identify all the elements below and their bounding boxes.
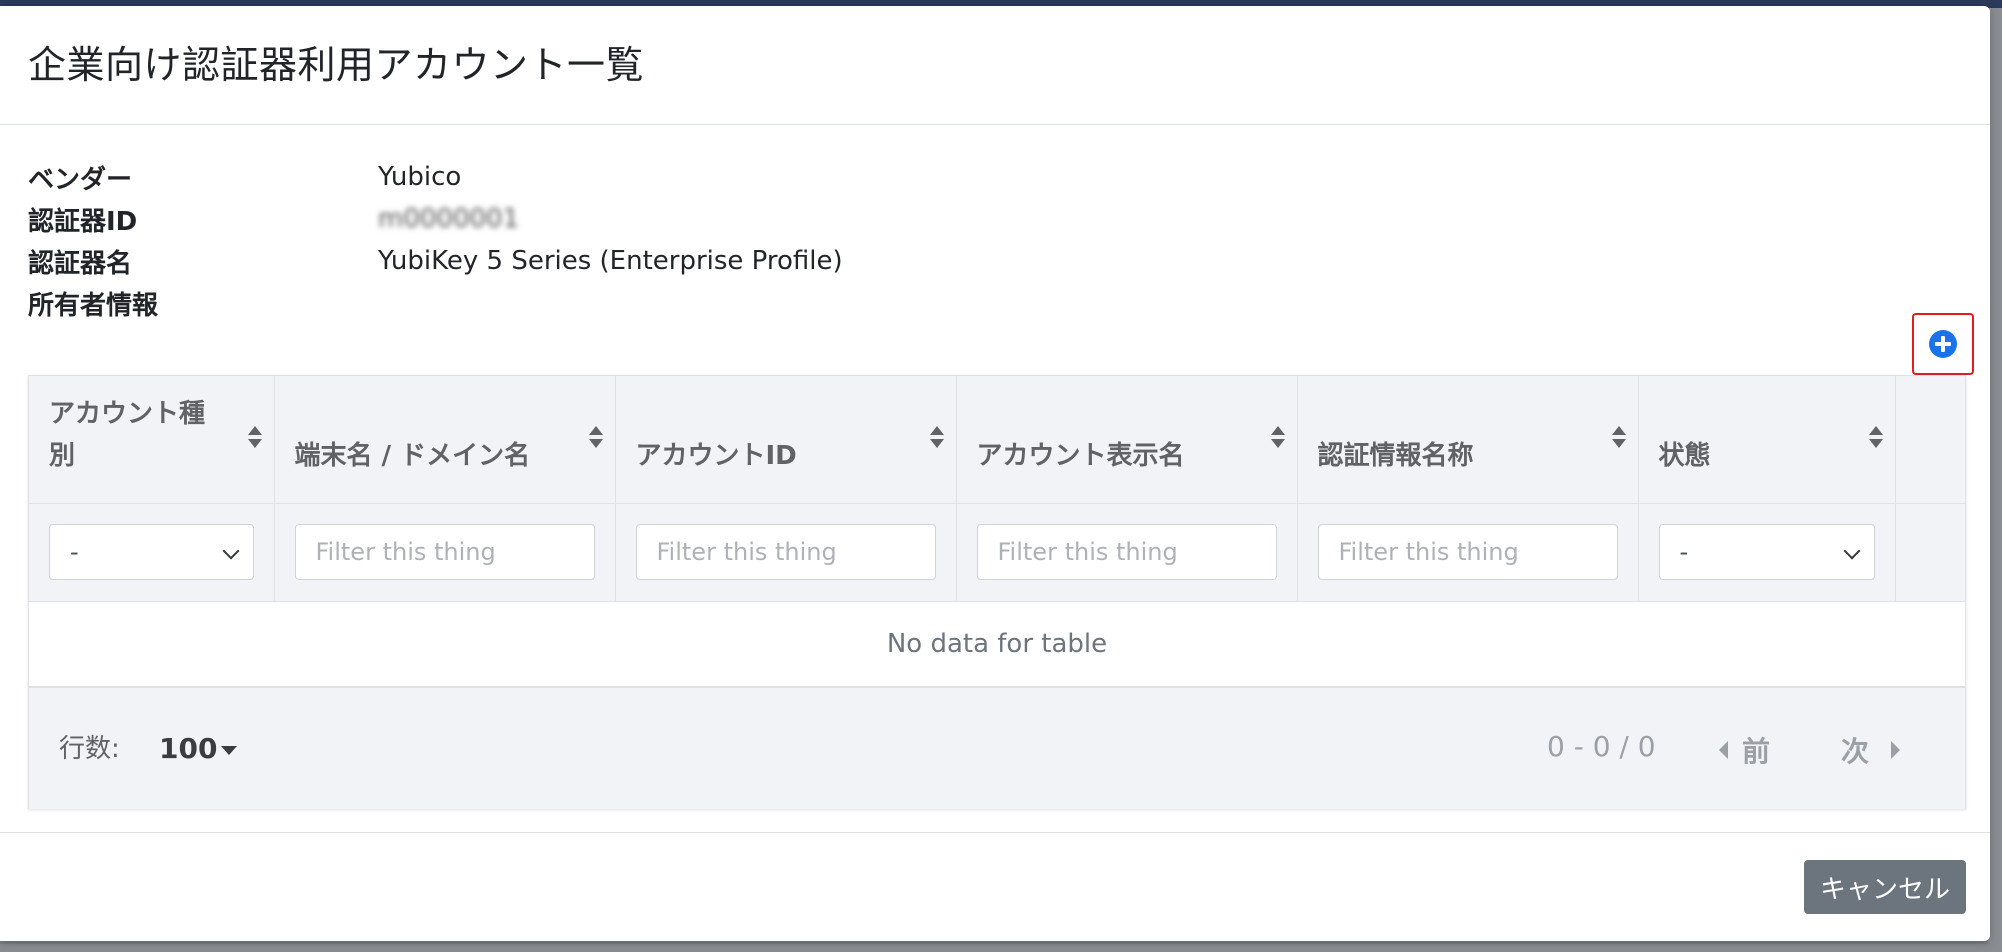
filter-cell-account-id (615, 503, 957, 602)
authenticator-name-value: YubiKey 5 Series (Enterprise Profile) (378, 246, 843, 276)
table-header-row: アカウント種別 端末名 / ドメイン名 アカウントID アカウント表示名 認証情… (29, 376, 1966, 504)
next-page-label: 次 (1841, 735, 1870, 768)
modal-footer: キャンセル (0, 832, 1990, 941)
status-filter-select[interactable]: - (1658, 524, 1875, 580)
modal-dialog: 企業向け認証器利用アカウント一覧 ベンダー Yubico 認証器ID m0000… (0, 6, 1990, 941)
column-header-account-id[interactable]: アカウントID (615, 376, 957, 504)
owner-label: 所有者情報 (28, 290, 159, 321)
column-header-actions (1895, 376, 1966, 504)
authenticator-name-label: 認証器名 (28, 248, 133, 279)
column-header-device-domain[interactable]: 端末名 / ドメイン名 (274, 376, 616, 504)
status-filter-value: - (1679, 538, 1689, 566)
caret-down-icon (221, 745, 238, 755)
chevron-left-icon (1719, 741, 1728, 759)
background-page (1988, 8, 2002, 952)
authenticator-info: ベンダー Yubico 認証器ID m0000001 認証器名 YubiKey … (28, 156, 843, 324)
credential-name-filter-input[interactable] (1317, 524, 1618, 580)
modal-title: 企業向け認証器利用アカウント一覧 (28, 43, 645, 87)
info-row-authenticator-id: 認証器ID m0000001 (28, 198, 843, 240)
authenticator-id-label: 認証器ID (28, 206, 138, 237)
table-pagination-bar: 行数: 100 0 - 0 / 0 前 次 (29, 687, 1965, 809)
pagination-range: 0 - 0 / 0 (1547, 730, 1656, 763)
device-domain-filter-input[interactable] (294, 524, 595, 580)
add-account-button[interactable] (1912, 313, 1974, 375)
column-header-credential-name[interactable]: 認証情報名称 (1297, 376, 1639, 504)
column-header-account-type[interactable]: アカウント種別 (29, 376, 275, 504)
chevron-right-icon (1891, 741, 1901, 759)
sort-icon[interactable] (1270, 426, 1285, 448)
filter-cell-account-type: - (29, 503, 275, 602)
rows-per-page-value: 100 (159, 732, 218, 765)
account-display-name-filter-input[interactable] (976, 524, 1277, 580)
sort-icon[interactable] (247, 426, 262, 448)
info-row-owner: 所有者情報 (28, 282, 843, 324)
sort-icon[interactable] (1868, 426, 1883, 448)
next-page-button[interactable]: 次 (1841, 730, 1901, 770)
filter-cell-actions (1895, 503, 1966, 602)
filter-cell-device-domain (274, 503, 616, 602)
authenticator-id-value: m0000001 (378, 204, 520, 234)
prev-page-label: 前 (1742, 735, 1771, 768)
accounts-table: アカウント種別 端末名 / ドメイン名 アカウントID アカウント表示名 認証情… (28, 375, 1966, 809)
accounts-table-grid: アカウント種別 端末名 / ドメイン名 アカウントID アカウント表示名 認証情… (29, 376, 1966, 687)
chevron-down-icon (1843, 542, 1860, 560)
column-header-status[interactable]: 状態 (1638, 376, 1896, 504)
account-type-filter-select[interactable]: - (49, 524, 254, 580)
rows-per-page-select[interactable]: 100 (159, 732, 238, 765)
cancel-button[interactable]: キャンセル (1803, 860, 1966, 914)
filter-cell-credential-name (1297, 503, 1639, 602)
plus-circle-icon (1929, 330, 1957, 358)
filter-cell-status: - (1638, 503, 1896, 602)
info-row-authenticator-name: 認証器名 YubiKey 5 Series (Enterprise Profil… (28, 240, 843, 282)
sort-icon[interactable] (588, 426, 603, 448)
rows-per-page-label: 行数: (59, 734, 120, 764)
vendor-label: ベンダー (28, 164, 133, 195)
filter-cell-account-display-name (956, 503, 1298, 602)
modal-header: 企業向け認証器利用アカウント一覧 (0, 6, 1990, 125)
info-row-vendor: ベンダー Yubico (28, 156, 843, 198)
prev-page-button[interactable]: 前 (1719, 730, 1770, 770)
table-row-empty: No data for table (29, 601, 1965, 687)
chevron-down-icon (222, 542, 239, 560)
table-filter-row: - Filter this thing Filter this thing Fi… (29, 503, 1966, 602)
background-page-bottom (0, 944, 2002, 952)
sort-icon[interactable] (929, 426, 944, 448)
sort-icon[interactable] (1611, 426, 1626, 448)
account-type-filter-value: - (70, 538, 79, 566)
empty-table-message: No data for table (29, 601, 1965, 687)
vendor-value: Yubico (378, 162, 462, 192)
column-header-account-display-name[interactable]: アカウント表示名 (956, 376, 1298, 504)
account-id-filter-input[interactable] (635, 524, 936, 580)
